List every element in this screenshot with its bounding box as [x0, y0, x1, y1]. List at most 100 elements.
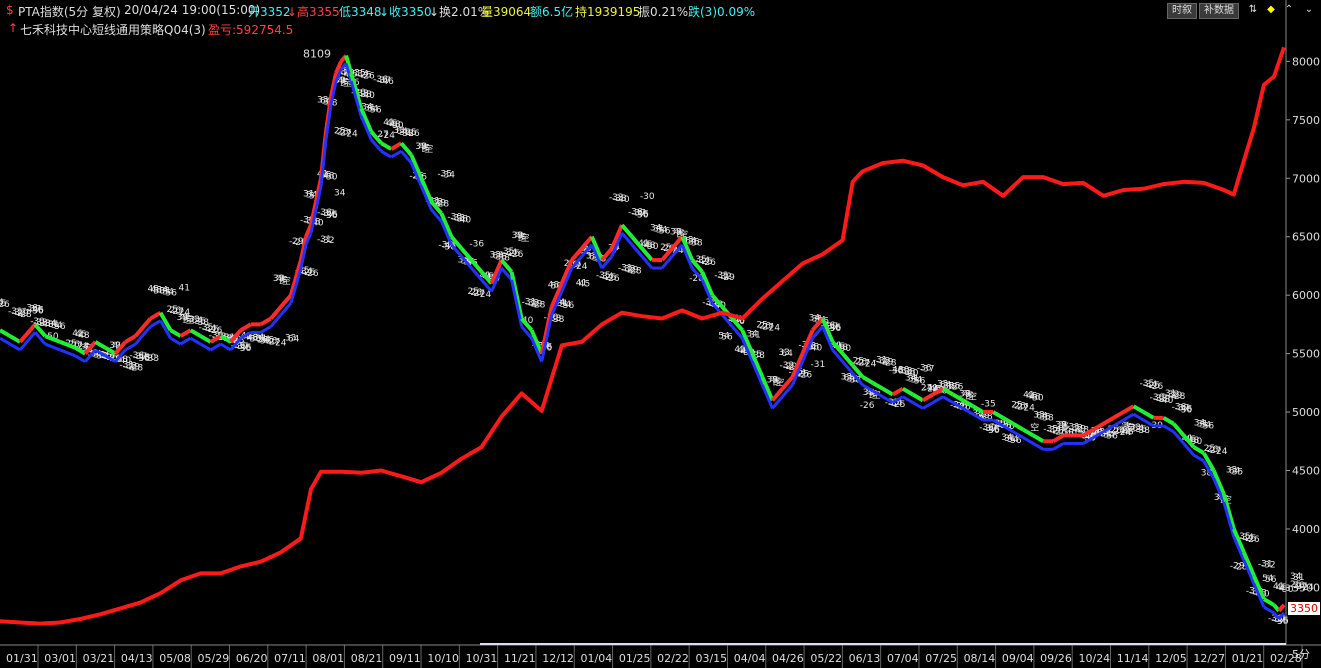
signal-label: -24: [1299, 583, 1314, 593]
signal-label: -36: [469, 240, 484, 250]
signal-label: -37: [920, 365, 935, 375]
signal-label: 36: [138, 354, 150, 364]
amount-value: 额6.5亿: [530, 5, 574, 19]
datetime: 20/04/24 19:00(15:00): [124, 3, 261, 17]
warning-icon[interactable]: ◆: [1264, 3, 1278, 17]
signal-label: -24: [477, 290, 492, 300]
date-label: 07/25: [925, 652, 957, 665]
date-label: 06/20: [236, 652, 268, 665]
signal-label: 50: [647, 242, 659, 252]
price-tick-label: 7500: [1292, 114, 1320, 127]
signal-label: 36: [326, 211, 338, 221]
sort-icon[interactable]: ⇅: [1246, 3, 1260, 17]
signal-label: -32: [1261, 560, 1276, 570]
date-label: 07/04: [887, 652, 919, 665]
signal-label: 56: [54, 322, 66, 332]
time-share-button[interactable]: 时叙: [1167, 3, 1197, 19]
signal-label: -40: [456, 215, 471, 225]
signal-label: -31: [810, 360, 825, 370]
high-value: ↓高3355: [287, 5, 340, 19]
signal-label: 空: [186, 314, 195, 326]
signal-label: 38: [691, 238, 703, 248]
date-label: 05/08: [159, 652, 191, 665]
signal-label: 空: [424, 143, 433, 155]
period-label: 5分: [1292, 648, 1310, 661]
strategy-pnl: 盈亏:592754.5: [208, 23, 294, 37]
signal-label: -32: [320, 236, 335, 246]
signal-label: 35: [1232, 468, 1243, 478]
symbol-title: PTA指数(5分 复权): [18, 5, 121, 19]
signal-label: 36: [892, 367, 904, 377]
signal-label: 36: [637, 211, 649, 221]
volume-value: 量39064: [481, 5, 532, 19]
date-label: 09/04: [1002, 652, 1034, 665]
date-label: 09/11: [389, 652, 421, 665]
price-tick-label: 6000: [1292, 289, 1320, 302]
signal-label: -28: [627, 266, 642, 276]
chevron-up-icon[interactable]: ⌃: [1282, 3, 1296, 17]
change-value: 跌(3)0.09%: [688, 5, 756, 19]
date-label: 08/01: [312, 652, 344, 665]
price-tick-label: 7000: [1292, 172, 1320, 185]
date-label: 01/25: [619, 652, 651, 665]
date-label: 11/14: [1117, 652, 1149, 665]
date-label: 03/21: [83, 652, 115, 665]
date-label: 01/21: [1232, 652, 1264, 665]
signal-label: 38: [1139, 426, 1151, 436]
signal-label: 56: [659, 226, 671, 236]
signal-label: 空: [1030, 421, 1039, 433]
current-price-tag: 3350: [1288, 602, 1320, 615]
price-tick-label: 4000: [1292, 523, 1320, 536]
date-label: 12/27: [1193, 652, 1225, 665]
chevron-down-icon[interactable]: ⌄: [1302, 3, 1316, 17]
signal-label: -30: [640, 192, 655, 202]
signal-label: -26: [1245, 535, 1260, 545]
signal-label: 31: [749, 331, 760, 341]
strategy-name: 七禾科技中心短线通用策略Q04(3): [20, 23, 206, 37]
signal-label: 空: [282, 275, 291, 287]
date-label: 06/13: [849, 652, 881, 665]
signal-label: 空: [1127, 422, 1136, 434]
date-label: 11/21: [504, 652, 536, 665]
date-label: 09/26: [1040, 652, 1072, 665]
signal-label: -35: [981, 399, 996, 409]
signal-label: 36: [830, 324, 842, 334]
price-tick-label: 5500: [1292, 348, 1320, 361]
price-tick-label: 4500: [1292, 465, 1320, 478]
signal-label: 36: [32, 306, 44, 316]
amplitude-value: 振0.21%: [638, 5, 689, 19]
symbol-icon: $: [6, 3, 14, 17]
quote-header: $ PTA指数(5分 复权) 20/04/24 19:00(15:00) 开33…: [0, 0, 1321, 20]
signal-label: 36: [240, 344, 252, 354]
kline-chart[interactable]: 8000750070006500600055005000450040003500…: [0, 0, 1321, 668]
date-label: 08/14: [964, 652, 996, 665]
signal-label: -26: [701, 258, 716, 268]
date-label: 04/04: [734, 652, 766, 665]
low-value: 低3348: [339, 5, 382, 19]
signal-label: 38: [402, 129, 414, 139]
signal-label: -34: [440, 170, 455, 180]
strategy-arrow-icon: ↑: [8, 21, 19, 35]
signal-label: 56: [370, 106, 382, 116]
signal-label: -46: [379, 77, 394, 87]
signal-label: 38: [260, 337, 272, 347]
signal-label: 41: [179, 284, 190, 294]
open-value: 开3352: [248, 5, 291, 19]
signal-label: -40: [360, 91, 375, 101]
date-label: 07/11: [274, 652, 306, 665]
signal-label: 48: [78, 331, 90, 341]
signal-label: -26: [860, 401, 875, 411]
date-label: 04/26: [772, 652, 804, 665]
signal-label: 空: [968, 391, 977, 403]
signal-label: -40: [615, 195, 630, 205]
date-label: 12/05: [1155, 652, 1187, 665]
close-value: ↓收3350: [379, 5, 432, 19]
signal-label: -26: [509, 250, 524, 260]
signal-label: -26: [605, 274, 620, 284]
supplement-data-button[interactable]: 补数据: [1199, 3, 1239, 19]
date-label: 03/01: [44, 652, 76, 665]
signal-label: 64: [781, 349, 793, 359]
price-tick-label: 5000: [1292, 406, 1320, 419]
peak-label: 8109: [303, 48, 331, 61]
date-label: 10/10: [427, 652, 459, 665]
